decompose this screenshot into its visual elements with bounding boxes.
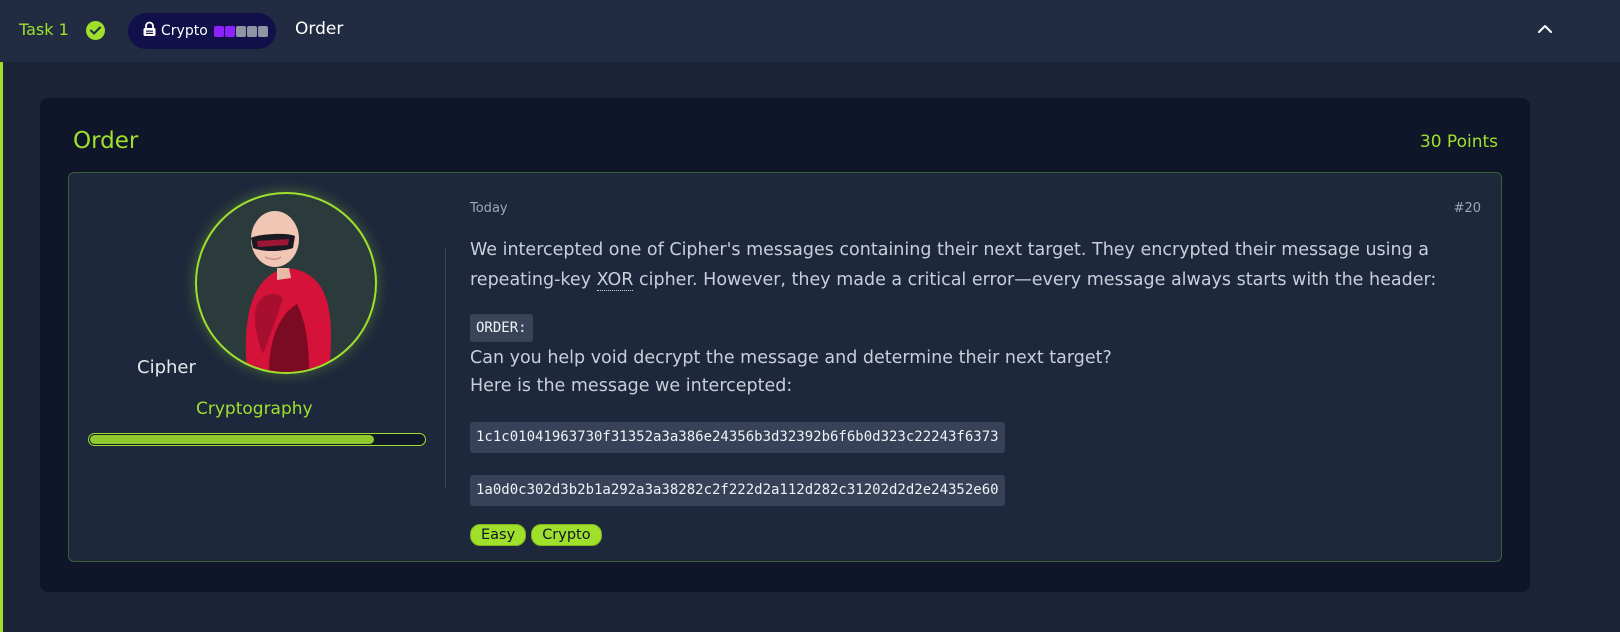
lock-icon: [142, 21, 157, 41]
difficulty-dot: [246, 25, 257, 37]
challenge-card: Order 30 Points Cipher Cryptography Toda…: [40, 98, 1530, 592]
tag-crypto[interactable]: Crypto: [531, 524, 602, 546]
xor-abbreviation: XOR: [596, 270, 634, 291]
header-code: ORDER:: [470, 314, 533, 342]
challenge-points: 30 Points: [1419, 132, 1498, 152]
check-circle-icon: [86, 21, 105, 40]
task-header[interactable]: Task 1 Crypto Order: [0, 0, 1620, 62]
message-card: Cipher Cryptography Today #20 We interce…: [68, 172, 1502, 562]
intro-text-2: cipher. However, they made a critical er…: [633, 270, 1437, 290]
message-intro: We intercepted one of Cipher's messages …: [470, 235, 1450, 295]
task-name: Order: [295, 19, 344, 39]
difficulty-dot: [257, 25, 268, 37]
challenge-title: Order: [73, 128, 139, 154]
chevron-up-icon[interactable]: [1536, 20, 1554, 38]
difficulty-dot: [235, 25, 246, 37]
question-text: Can you help void decrypt the message an…: [470, 348, 1112, 368]
category-progress-fill: [90, 435, 374, 444]
hex-line-1: 1c1c01041963730f31352a3a386e24356b3d3239…: [470, 422, 1005, 453]
intercepted-label: Here is the message we intercepted:: [470, 376, 793, 396]
author-category: Cryptography: [196, 399, 313, 419]
category-pill-label: Crypto: [161, 23, 208, 39]
task-label: Task 1: [19, 20, 69, 39]
hex-line-2: 1a0d0c302d3b2b1a292a3a38282c2f222d2a112d…: [470, 475, 1005, 506]
category-progress-bar: [88, 433, 426, 446]
task-accent-rail: [0, 62, 3, 632]
author-name: Cipher: [137, 357, 196, 378]
avatar: [195, 192, 377, 374]
tag-list: Easy Crypto: [470, 524, 602, 546]
tag-easy[interactable]: Easy: [470, 524, 527, 546]
difficulty-dot: [224, 25, 235, 37]
category-difficulty-pill: Crypto: [128, 13, 276, 49]
message-id: #20: [1453, 201, 1481, 216]
divider: [445, 247, 446, 489]
message-date: Today: [470, 201, 508, 216]
difficulty-dot: [213, 25, 224, 37]
difficulty-meter: [213, 25, 268, 37]
